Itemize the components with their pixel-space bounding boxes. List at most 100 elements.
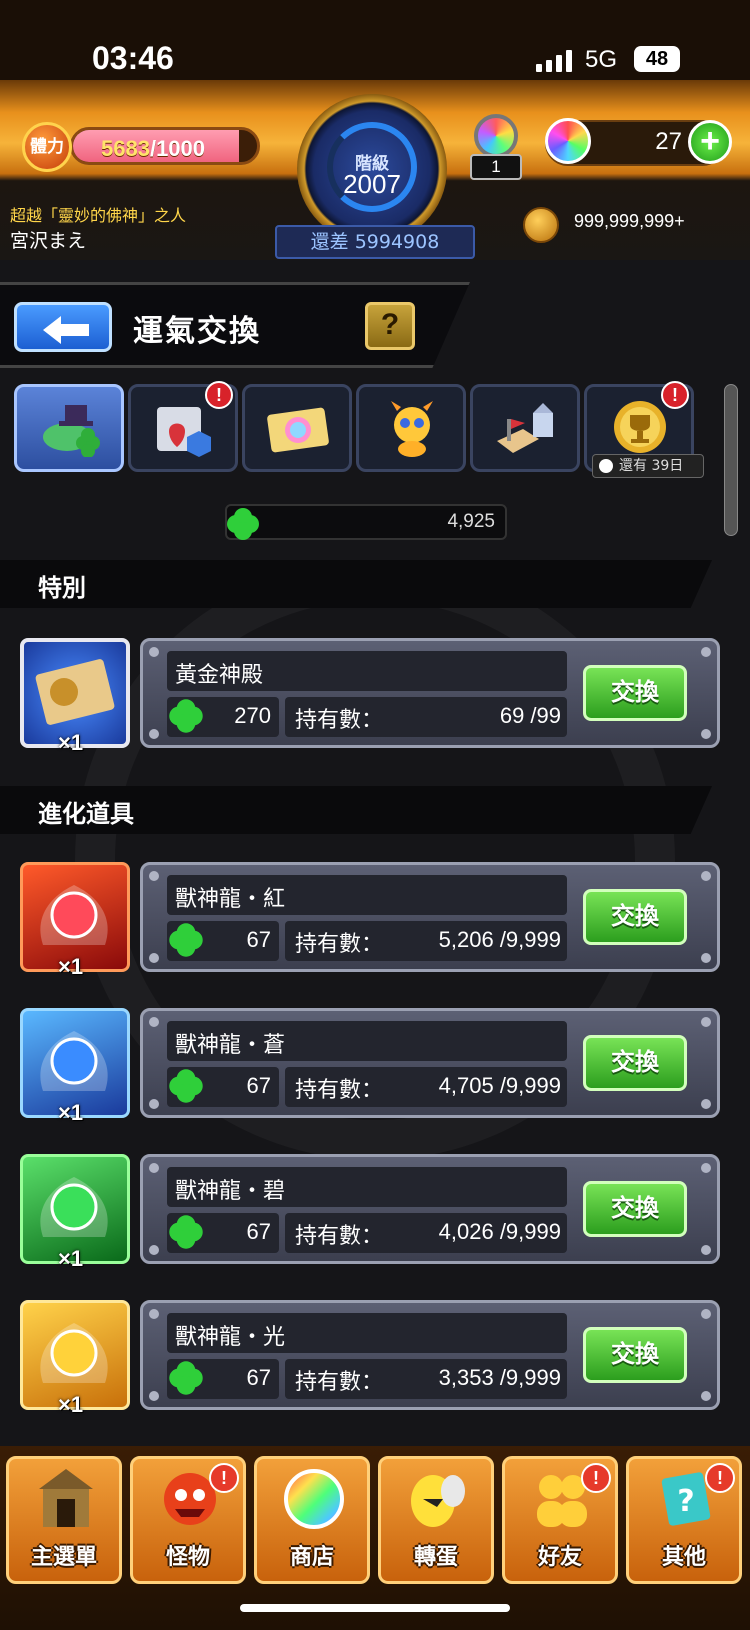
page-title: 運氣交換 [133,314,261,349]
rivet [701,871,711,881]
rivet [149,1245,159,1255]
tab-items[interactable]: ! [128,381,238,472]
rivet [149,1391,159,1401]
rank-gauge[interactable]: 階級 2007 [297,94,447,244]
owned-value: 69 /99 [499,703,561,728]
rivet [701,1391,711,1401]
tab-scrollbar[interactable] [724,384,738,536]
owned-label: 持有數： [295,708,384,733]
item-quantity: ×1 [58,954,84,979]
clover-icon [169,1361,203,1395]
nav-label: 其他 [661,1545,706,1570]
owned-label: 持有數： [295,1078,384,1103]
tab-alert-badge: ! [661,381,689,409]
clover-total: 4,925 [447,511,495,532]
exchange-item-card: 獸神龍・光 67 持有數： 3,353 /9,999 交換 [140,1300,720,1410]
item-quantity: ×1 [58,1100,84,1125]
event-remaining-note: 還有 39日 [592,454,704,478]
home-gate-icon [39,1469,93,1527]
nav-gacha[interactable]: 轉蛋 [378,1456,494,1584]
player-title: 超越「靈妙的佛神」之人 [10,206,187,225]
coin-count: 999,999,999+ [574,211,685,231]
clover-icon [169,699,203,733]
item-cost: 67 [246,1073,271,1098]
nav-alert-badge: ! [209,1463,239,1493]
exchange-item-card: 黃金神殿 270 持有數： 69 /99 交換 [140,638,720,748]
stamina-max: /1000 [149,136,206,161]
exchange-button[interactable]: 交換 [583,1181,687,1237]
rivet [701,1309,711,1319]
home-indicator [240,1604,510,1612]
rivet [149,729,159,739]
exchange-item-card: 獸神龍・紅 67 持有數： 5,206 /9,999 交換 [140,862,720,972]
tab-alert-badge: ! [205,381,233,409]
tab-map[interactable] [470,384,580,472]
nav-main-menu[interactable]: 主選單 [6,1456,122,1584]
nav-label: 商店 [289,1545,334,1570]
stamina-text: 5683/1000 [101,136,205,162]
item-name: 獸神龍・光 [175,1325,286,1350]
arrow-left-icon [43,316,89,344]
rank-remaining: 還差 5994908 [275,225,475,259]
item-name: 獸神龍・紅 [175,887,286,912]
castle-map-icon [497,403,553,453]
help-button[interactable]: ? [365,302,415,350]
back-button[interactable] [14,302,112,352]
status-bar: 03:46 5G 48 [0,0,750,80]
gacha-ticket-count: 1 [470,154,522,180]
rivet [149,1163,159,1173]
dragon-orb-icon [40,1177,108,1237]
section-header-special [0,560,712,608]
tab-card[interactable] [242,384,352,472]
tab-clover[interactable] [14,384,124,472]
item-quantity: ×1 [58,730,84,755]
item-name: 獸神龍・蒼 [175,1033,286,1058]
item-cost: 270 [234,703,271,728]
rivet [701,647,711,657]
section-title-special: 特別 [38,574,86,602]
rivet [149,1309,159,1319]
clover-icon [169,1215,203,1249]
rivet [701,1099,711,1109]
item-bundle-icon [157,407,211,457]
network-type: 5G [585,46,618,73]
nav-label: 好友 [537,1545,582,1570]
dragon-mascot-icon [391,401,433,457]
dragon-orb-icon [40,1031,108,1091]
item-name: 黃金神殿 [175,663,264,688]
gacha-ticket-icon[interactable]: 1 [468,114,524,180]
exchange-button[interactable]: 交換 [583,889,687,945]
gacha-ball-icon [474,114,518,158]
nav-monsters[interactable]: 怪物 ! [130,1456,246,1584]
exchange-button[interactable]: 交換 [583,1035,687,1091]
owned-label: 持有數： [295,932,384,957]
tab-monster[interactable] [356,384,466,472]
rivet [701,953,711,963]
clover-icon [227,508,259,540]
item-quantity: ×1 [58,1246,84,1271]
owned-value: 5,206 /9,999 [438,927,561,952]
item-name: 獸神龍・碧 [175,1179,286,1204]
dragon-orb-icon [40,1323,108,1383]
nav-label: 主選單 [30,1545,97,1570]
nav-shop[interactable]: 商店 [254,1456,370,1584]
exchange-button[interactable]: 交換 [583,1327,687,1383]
stamina-bar: 5683/1000 [70,127,260,165]
nav-alert-badge: ! [705,1463,735,1493]
clover-icon [169,923,203,957]
trophy-icon [614,401,666,453]
owned-value: 4,026 /9,999 [438,1219,561,1244]
nav-label: 轉蛋 [413,1545,458,1570]
nav-other[interactable]: ? 其他 ! [626,1456,742,1584]
nav-friends[interactable]: 好友 ! [502,1456,618,1584]
clover-icon [169,1069,203,1103]
game-header: 5683/1000 體力 階級 2007 還差 5994908 超越「靈妙的佛神… [0,80,750,260]
add-orb-button[interactable]: + [688,120,732,164]
egg-icon [411,1475,465,1527]
exchange-button[interactable]: 交換 [583,665,687,721]
rivet [701,1163,711,1173]
item-cost: 67 [246,1365,271,1390]
dragon-orb-icon [40,885,108,945]
exchange-item-card: 獸神龍・蒼 67 持有數： 4,705 /9,999 交換 [140,1008,720,1118]
item-cost: 67 [246,1219,271,1244]
